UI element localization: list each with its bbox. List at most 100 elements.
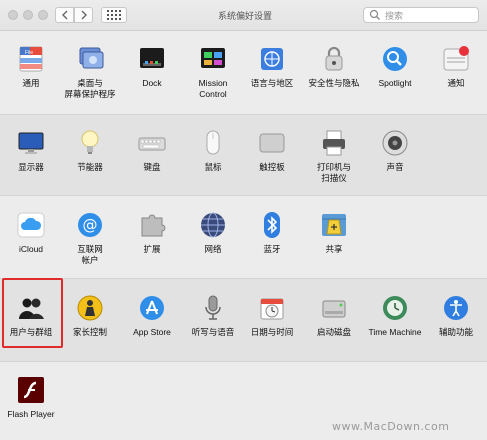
internet-accounts-icon: @ [75,210,105,240]
pane-label: 语言与地区 [250,78,294,88]
pane-label: Flash Player [7,409,55,419]
pane-startup-disk[interactable]: 启动磁盘 [303,293,365,338]
pane-label: 鼠标 [204,162,222,172]
pane-label: 声音 [386,162,404,172]
pane-users-groups[interactable]: 用户与群组 [0,293,62,338]
pane-label: 触控板 [259,162,285,172]
pane-label: 互联网 帐户 [77,244,103,265]
parental-controls-icon [75,293,105,323]
pane-label: 通用 [22,78,40,88]
search-icon [369,9,380,20]
pane-label: 桌面与 屏幕保护程序 [64,78,116,99]
zoom-window-button[interactable] [38,10,48,20]
language-region-icon [257,44,287,74]
chevron-right-icon [81,10,87,20]
pane-label: Time Machine [368,327,422,337]
pane-dock[interactable]: Dock [121,44,183,89]
pane-sound[interactable]: 声音 [364,128,426,173]
pane-displays[interactable]: 显示器 [0,128,62,173]
pane-label: 家长控制 [72,327,107,337]
time-machine-icon [380,293,410,323]
minimize-window-button[interactable] [23,10,33,20]
icloud-icon [16,210,46,240]
pane-desktop-screensaver[interactable]: 桌面与 屏幕保护程序 [59,44,121,100]
accessibility-icon [441,293,471,323]
startup-disk-icon [319,293,349,323]
show-all-button[interactable] [101,7,127,23]
pane-label: 网络 [204,244,222,254]
pane-parental-controls[interactable]: 家长控制 [59,293,121,338]
pane-label: App Store [133,327,171,337]
pane-label: 通知 [447,78,465,88]
pane-energy-saver[interactable]: 节能器 [59,128,121,173]
general-icon: File [16,44,46,74]
pane-label: 启动磁盘 [316,327,351,337]
pane-language-region[interactable]: 语言与地区 [241,44,303,89]
users-groups-icon [16,293,46,323]
bluetooth-icon [257,210,287,240]
search-placeholder: 搜索 [385,10,404,21]
pane-app-store[interactable]: App Store [121,293,183,338]
pane-sharing[interactable]: 共享 [303,210,365,255]
mouse-icon [198,128,228,158]
sound-icon [380,128,410,158]
pane-date-time[interactable]: 日期与时间 [241,293,303,338]
pane-time-machine[interactable]: Time Machine [364,293,426,338]
pane-label: 用户与群组 [9,327,53,337]
energy-saver-icon [75,128,105,158]
title-bar: 系统偏好设置 搜索 [0,0,487,31]
dock-icon [137,44,167,74]
pane-network[interactable]: 网络 [182,210,244,255]
pane-security-privacy[interactable]: 安全性与隐私 [303,44,365,89]
pane-dictation-speech[interactable]: 听写与语音 [182,293,244,338]
back-button[interactable] [55,7,74,23]
pane-flash-player[interactable]: Flash Player [0,375,62,420]
search-field[interactable]: 搜索 [363,7,479,23]
forward-button[interactable] [74,7,93,23]
security-privacy-icon [319,44,349,74]
pane-trackpad[interactable]: 触控板 [241,128,303,173]
pane-mouse[interactable]: 鼠标 [182,128,244,173]
pane-label: 听写与语音 [191,327,235,337]
desktop-screensaver-icon [75,44,105,74]
pane-accessibility[interactable]: 辅助功能 [425,293,487,338]
extensions-icon [137,210,167,240]
pane-label: 打印机与 扫描仪 [316,162,351,183]
pane-icloud[interactable]: iCloud [0,210,62,255]
pane-label: 扩展 [143,244,161,254]
pane-spotlight[interactable]: Spotlight [364,44,426,89]
pane-notifications[interactable]: 通知 [425,44,487,89]
pane-label: Mission Control [198,78,228,99]
pane-extensions[interactable]: 扩展 [121,210,183,255]
pane-mission-control[interactable]: Mission Control [182,44,244,100]
pane-label: Spotlight [378,78,412,88]
watermark: www.MacDown.com [332,420,450,433]
app-store-icon [137,293,167,323]
pane-label: 日期与时间 [250,327,294,337]
pane-label: 安全性与隐私 [308,78,360,88]
pane-keyboard[interactable]: 键盘 [121,128,183,173]
mission-control-icon [198,44,228,74]
pane-internet-accounts[interactable]: @ 互联网 帐户 [59,210,121,266]
close-window-button[interactable] [8,10,18,20]
trackpad-icon [257,128,287,158]
notifications-icon [441,44,471,74]
date-time-icon [257,293,287,323]
window-title: 系统偏好设置 [217,11,272,21]
printers-scanners-icon [319,128,349,158]
network-icon [198,210,228,240]
pane-general[interactable]: File 通用 [0,44,62,89]
spotlight-icon [380,44,410,74]
chevron-left-icon [61,10,67,20]
pane-label: 辅助功能 [438,327,473,337]
keyboard-icon [137,128,167,158]
sharing-icon [319,210,349,240]
grid-icon [107,10,121,20]
dictation-speech-icon [198,293,228,323]
pane-label: 蓝牙 [263,244,281,254]
svg-text:@: @ [83,216,98,234]
pane-bluetooth[interactable]: 蓝牙 [241,210,303,255]
pane-printers-scanners[interactable]: 打印机与 扫描仪 [303,128,365,184]
pane-label: 共享 [325,244,343,254]
pane-label: Dock [142,78,162,88]
